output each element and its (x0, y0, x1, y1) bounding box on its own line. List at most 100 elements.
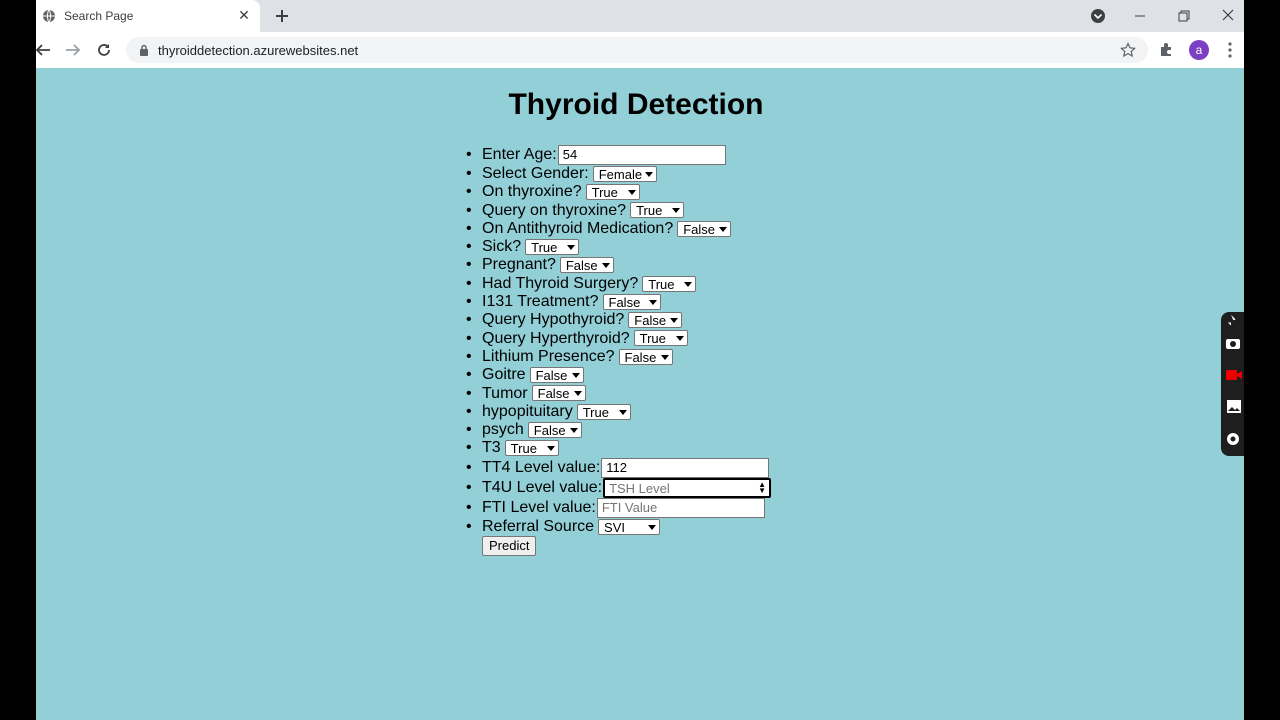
field-label: Tumor (482, 384, 528, 402)
field-select[interactable]: False (559, 257, 614, 274)
select-value: True (636, 203, 663, 219)
field-label: On thyroxine? (482, 183, 582, 201)
select-value: False (565, 258, 598, 274)
page-title: Thyroid Detection (508, 88, 764, 121)
pin-icon[interactable] (1224, 314, 1242, 332)
field-label: Query Hyperthyroid? (482, 329, 630, 347)
field-label: Select Gender: (482, 165, 589, 182)
field-label: psych (482, 421, 524, 439)
forward-icon[interactable] (64, 41, 82, 59)
select-value: False (634, 313, 667, 329)
dropdown-arrow-icon (571, 373, 580, 379)
camera-icon[interactable] (1224, 334, 1242, 352)
select-value: True (582, 404, 609, 420)
url-text: thyroiddetection.azurewebsites.net (158, 43, 359, 58)
address-bar[interactable]: thyroiddetection.azurewebsites.net (126, 37, 1148, 63)
field-select[interactable]: False (527, 421, 582, 438)
field-label: I131 Treatment? (482, 293, 599, 311)
dropdown-arrow-icon (672, 208, 681, 214)
dropdown-arrow-icon (573, 391, 582, 397)
dropdown-arrow-icon (675, 336, 684, 342)
form-field: psych False (466, 421, 771, 439)
field-input[interactable]: TSH Level ▲ ▼ (603, 477, 772, 498)
spinner-icon[interactable]: ▲ ▼ (758, 480, 766, 494)
form-field: On thyroxine? True (466, 183, 771, 202)
dropdown-arrow-icon (601, 263, 610, 269)
video-record-icon[interactable] (1224, 366, 1242, 384)
select-value: True (648, 276, 675, 292)
select-value: True (510, 441, 537, 457)
form-field: Pregnant? False (466, 256, 771, 275)
field-select[interactable]: False (677, 220, 732, 237)
field-select[interactable]: False (529, 367, 584, 384)
form-field: hypopituitary True (466, 402, 771, 421)
field-select[interactable]: Female (592, 165, 657, 182)
predict-button[interactable]: Predict (482, 536, 537, 556)
select-value: True (639, 331, 666, 347)
select-value: Female (598, 166, 643, 182)
dropdown-arrow-icon (546, 446, 555, 452)
field-select[interactable]: True (633, 330, 688, 347)
settings-gear-icon[interactable] (1224, 430, 1242, 448)
field-select[interactable]: True (585, 184, 640, 201)
extensions-icon[interactable] (1158, 41, 1174, 57)
minimize-icon[interactable] (1130, 6, 1150, 26)
field-select[interactable]: True (525, 238, 580, 255)
lock-icon[interactable] (138, 44, 150, 56)
back-icon[interactable] (34, 41, 52, 59)
browser-chrome: Search Page ✕ thyroiddetection.azurewebs… (34, 0, 1244, 68)
field-label: hypopituitary (482, 402, 573, 420)
dropdown-arrow-icon (644, 171, 653, 177)
form-field: Referral Source SVI (466, 517, 771, 536)
dropdown-arrow-icon (618, 409, 627, 415)
reload-icon[interactable] (95, 41, 113, 59)
select-value: True (591, 185, 618, 201)
form-field: On Antithyroid Medication? False (466, 219, 771, 238)
dropdown-arrow-icon (569, 427, 578, 433)
select-value: False (533, 422, 566, 438)
dropdown-arrow-icon (567, 244, 576, 250)
field-label: Query on thyroxine? (482, 201, 627, 219)
form-field: FTI Level value:FTI Value (466, 497, 771, 518)
field-select[interactable]: True (642, 275, 697, 292)
field-label: On Antithyroid Medication? (482, 219, 674, 237)
gallery-icon[interactable] (1224, 398, 1242, 416)
menu-kebab-icon[interactable] (1222, 41, 1238, 59)
field-label: Lithium Presence? (482, 347, 615, 365)
field-select[interactable]: True (576, 403, 631, 420)
field-select[interactable]: False (602, 293, 661, 310)
field-input[interactable]: FTI Value (596, 497, 765, 518)
browser-tab[interactable]: Search Page ✕ (36, 0, 260, 32)
field-label: Enter Age: (482, 146, 557, 164)
field-select[interactable]: False (628, 312, 683, 329)
field-label: T4U Level value: (482, 478, 603, 496)
select-value: False (535, 368, 568, 384)
dropdown-arrow-icon (660, 354, 669, 360)
form-field: Sick? True (466, 238, 771, 256)
form-field: Query Hypothyroid? False (466, 311, 771, 330)
field-select[interactable]: SVI (598, 518, 661, 535)
new-tab-icon[interactable] (272, 6, 292, 26)
browser-toolbar: thyroiddetection.azurewebsites.net a (34, 32, 1244, 68)
form-field: TT4 Level value:112 (466, 457, 771, 478)
restore-icon[interactable] (1174, 6, 1194, 26)
select-value: True (531, 239, 558, 255)
close-window-icon[interactable] (1218, 6, 1238, 26)
field-label: Sick? (482, 238, 522, 256)
close-tab-icon[interactable]: ✕ (236, 7, 252, 23)
field-select[interactable]: True (504, 440, 559, 457)
page-content: Thyroid Detection Enter Age:54Select Gen… (36, 68, 1244, 720)
field-select[interactable]: False (531, 385, 586, 402)
field-select[interactable]: False (618, 348, 673, 365)
field-input[interactable]: 112 (601, 457, 770, 478)
bookmark-star-icon[interactable] (1120, 42, 1136, 58)
form-field: Select Gender: Female (466, 165, 771, 183)
field-label: TT4 Level value: (482, 458, 601, 476)
tab-search-icon[interactable] (1088, 6, 1108, 26)
field-select[interactable]: True (630, 202, 685, 219)
field-label: Referral Source (482, 517, 595, 535)
field-input[interactable]: 54 (557, 145, 726, 165)
field-label: Pregnant? (482, 256, 556, 274)
tab-title: Search Page (64, 9, 134, 23)
profile-avatar[interactable]: a (1189, 40, 1209, 60)
